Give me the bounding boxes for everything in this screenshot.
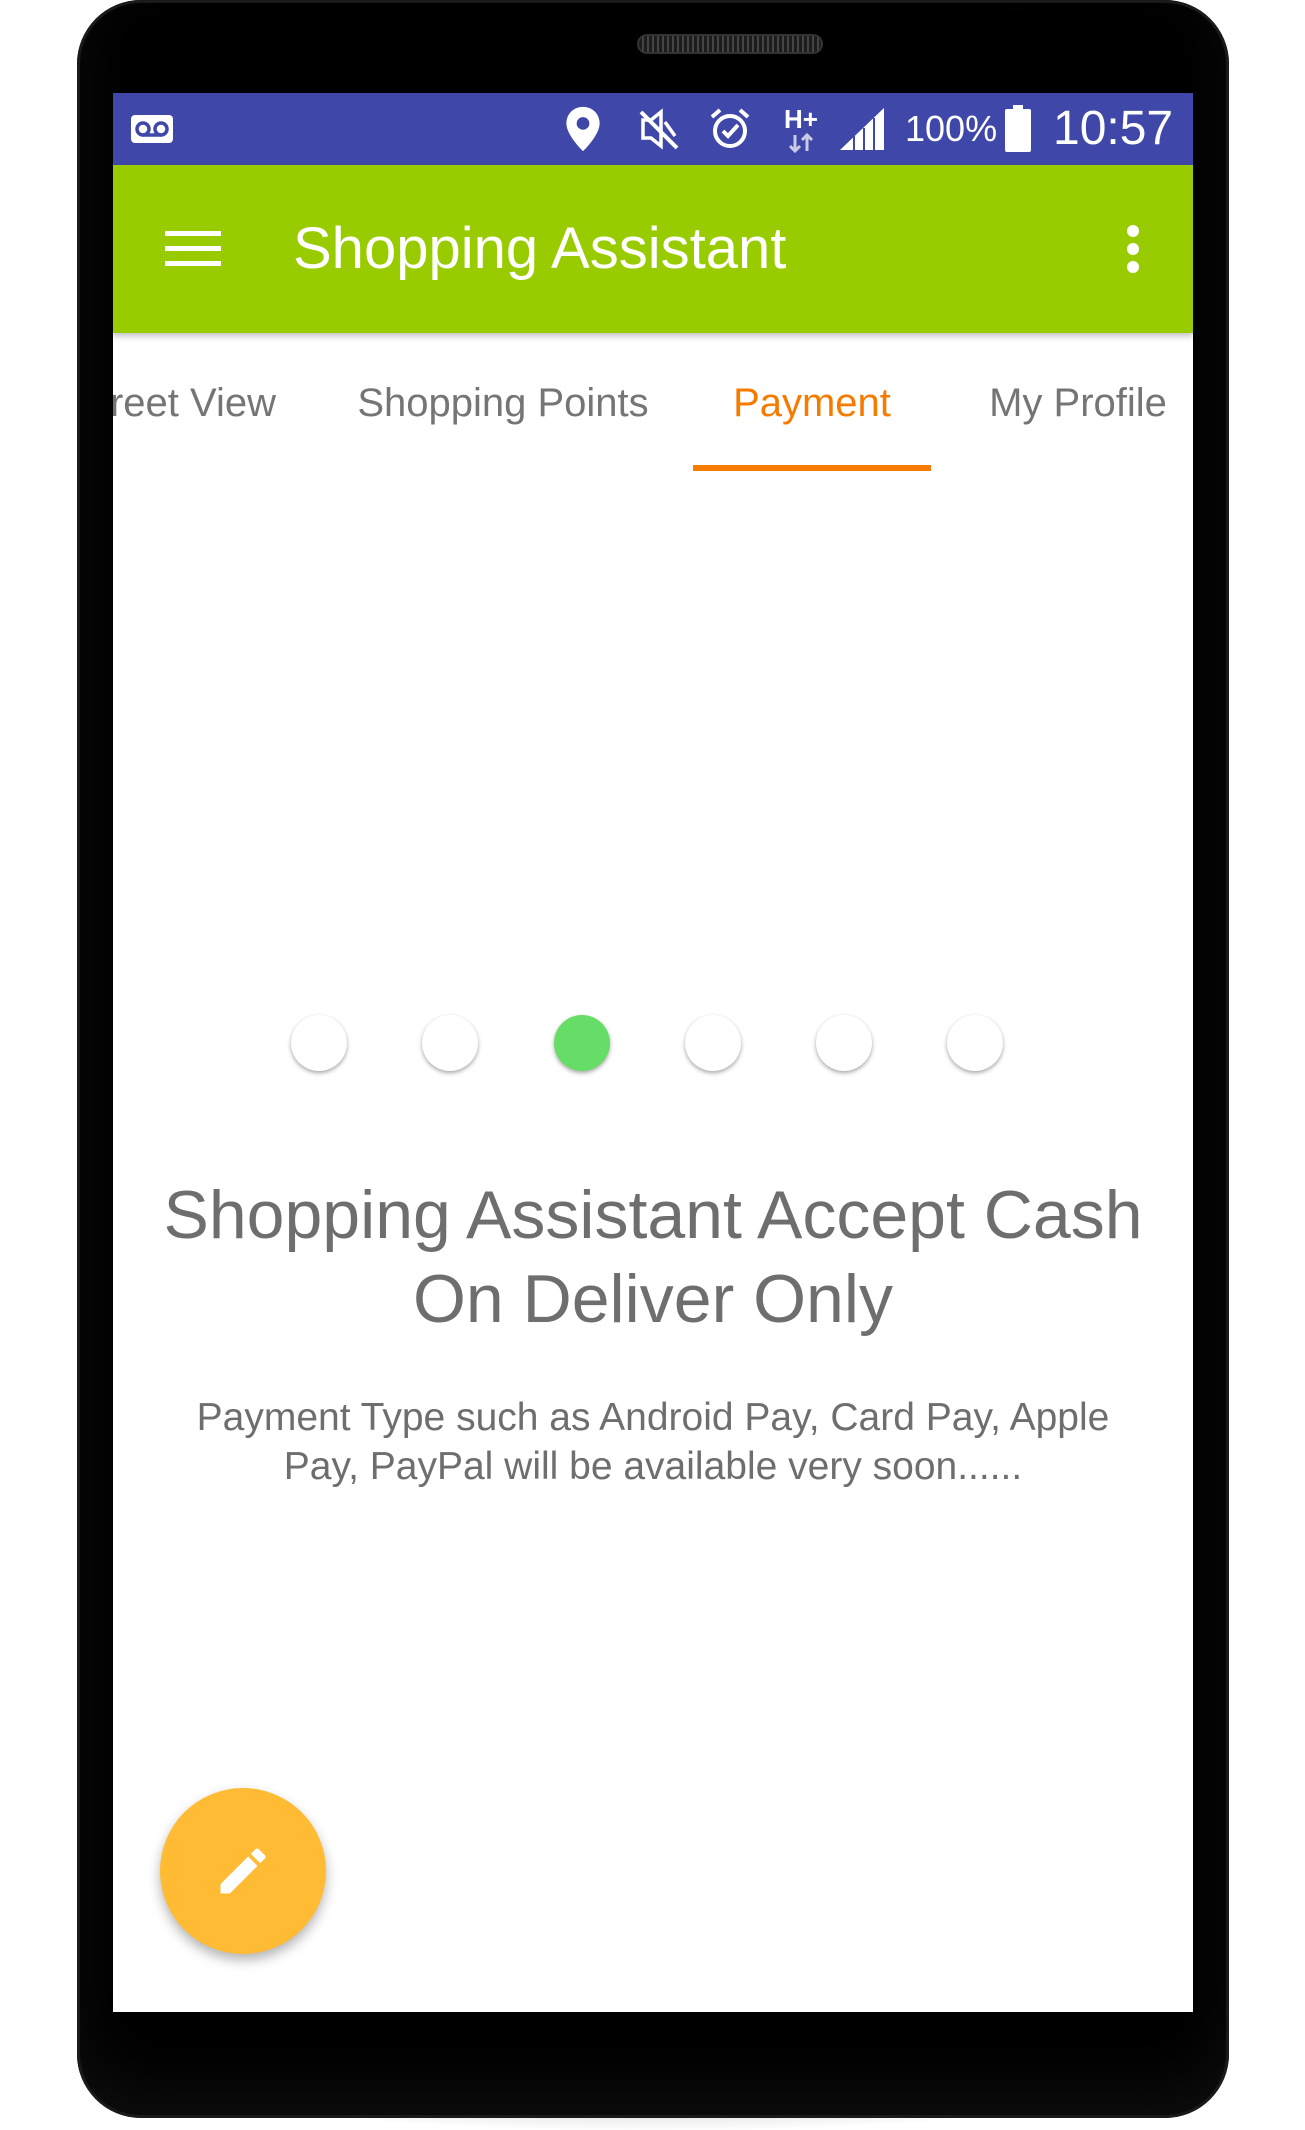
battery-icon: [1001, 93, 1035, 165]
network-type-indicator: H+: [781, 93, 821, 165]
voicemail-icon: [129, 93, 175, 165]
hamburger-menu-icon: [165, 231, 221, 266]
overflow-menu-button[interactable]: [1103, 209, 1163, 289]
tab-bar: reet View Shopping Points Payment My Pro…: [113, 333, 1193, 473]
status-bar: H+ 100% 10:57: [113, 93, 1193, 165]
battery-percent: 100%: [905, 108, 998, 149]
page-dot[interactable]: [816, 1015, 872, 1071]
vibrate-off-icon: [633, 93, 683, 165]
edit-fab-button[interactable]: [160, 1788, 326, 1954]
network-type-label: H+: [784, 104, 818, 134]
tab-label: reet View: [113, 381, 276, 425]
payment-description: Payment Type such as Android Pay, Card P…: [196, 1396, 1110, 1488]
device-mockup: H+ 100% 10:57 Shopping Assistant reet Vi…: [0, 0, 1305, 2130]
page-dot[interactable]: [422, 1015, 478, 1071]
page-dot[interactable]: [291, 1015, 347, 1071]
tab-label: My Profile: [989, 381, 1167, 425]
page-dot-active[interactable]: [554, 1015, 610, 1071]
tab-label: Payment: [733, 381, 891, 425]
data-arrows-icon: [788, 133, 814, 153]
page-dot[interactable]: [685, 1015, 741, 1071]
tab-payment[interactable]: Payment: [693, 333, 931, 473]
app-title: Shopping Assistant: [293, 216, 787, 281]
navigation-drawer-button[interactable]: [153, 209, 233, 289]
tab-my-profile[interactable]: My Profile: [963, 333, 1193, 473]
clock-time: 10:57: [1053, 102, 1174, 155]
tab-street-view[interactable]: reet View: [113, 333, 283, 473]
page-indicator: [113, 1011, 1193, 1081]
earpiece-speaker: [637, 34, 823, 54]
tab-shopping-points[interactable]: Shopping Points: [343, 333, 663, 473]
payment-headline: Shopping Assistant Accept Cash On Delive…: [163, 1177, 1143, 1337]
active-tab-indicator: [693, 465, 931, 471]
signal-icon: [837, 93, 887, 165]
tab-label: Shopping Points: [357, 381, 649, 425]
phone-screen: H+ 100% 10:57 Shopping Assistant reet Vi…: [113, 93, 1193, 2012]
app-toolbar: Shopping Assistant: [113, 165, 1193, 333]
page-dot[interactable]: [947, 1015, 1003, 1071]
more-vert-icon: [1127, 225, 1139, 273]
alarm-icon: [705, 93, 755, 165]
pencil-edit-icon: [220, 1848, 266, 1894]
location-icon: [561, 93, 605, 165]
